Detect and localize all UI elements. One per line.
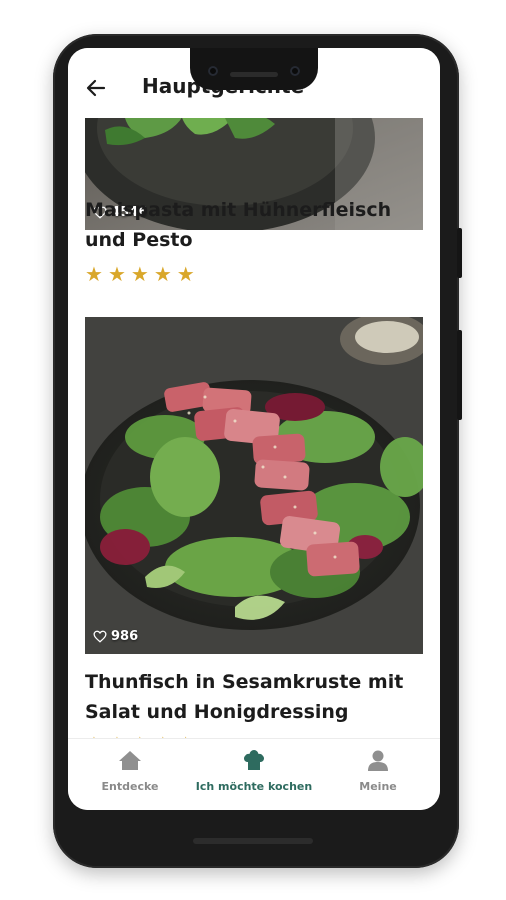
recipe-title[interactable]: Thunfisch in Sesamkruste mit Salat und H… (85, 667, 415, 727)
screen: 4546 Maispasta mit Hühnerfleisch und Pes… (68, 48, 440, 810)
phone-chin-speaker (193, 838, 313, 844)
recipe-image[interactable]: 986 (85, 317, 423, 654)
volume-button (457, 330, 462, 420)
recipe-feed[interactable]: 4546 Maispasta mit Hühnerfleisch und Pes… (68, 48, 440, 810)
nav-label: Ich möchte kochen (195, 780, 313, 793)
front-camera (290, 66, 300, 76)
nav-label: Meine (359, 780, 397, 793)
nav-item-entdecke[interactable]: Entdecke (68, 749, 192, 795)
star-icon: ★ (176, 262, 195, 286)
power-button (457, 228, 462, 278)
camera-notch (190, 48, 318, 90)
star-icon: ★ (85, 262, 103, 286)
back-arrow-icon[interactable] (84, 76, 108, 100)
home-icon (119, 751, 141, 770)
likes-counter[interactable]: 986 (93, 629, 138, 644)
nav-item-ich-moechte-kochen[interactable]: Ich möchte kochen (192, 749, 316, 795)
front-camera (208, 66, 218, 76)
star-icon: ★ (107, 262, 126, 286)
earpiece-speaker (230, 72, 278, 77)
recipe-title[interactable]: Maispasta mit Hühnerfleisch und Pesto (85, 195, 415, 255)
tuna-salad-image (85, 317, 423, 654)
likes-count: 986 (111, 629, 139, 644)
nav-item-meine[interactable]: Meine (316, 749, 440, 795)
user-icon (368, 750, 388, 771)
rating-stars: ★ ★ ★ ★ ★ (85, 264, 195, 284)
star-icon: ★ (153, 262, 172, 286)
heart-icon (93, 630, 107, 643)
bottom-navigation: Entdecke Ich möchte kochen Meine (68, 738, 440, 810)
chef-hat-icon (244, 750, 264, 770)
star-icon: ★ (130, 262, 149, 286)
nav-label: Entdecke (101, 780, 159, 793)
